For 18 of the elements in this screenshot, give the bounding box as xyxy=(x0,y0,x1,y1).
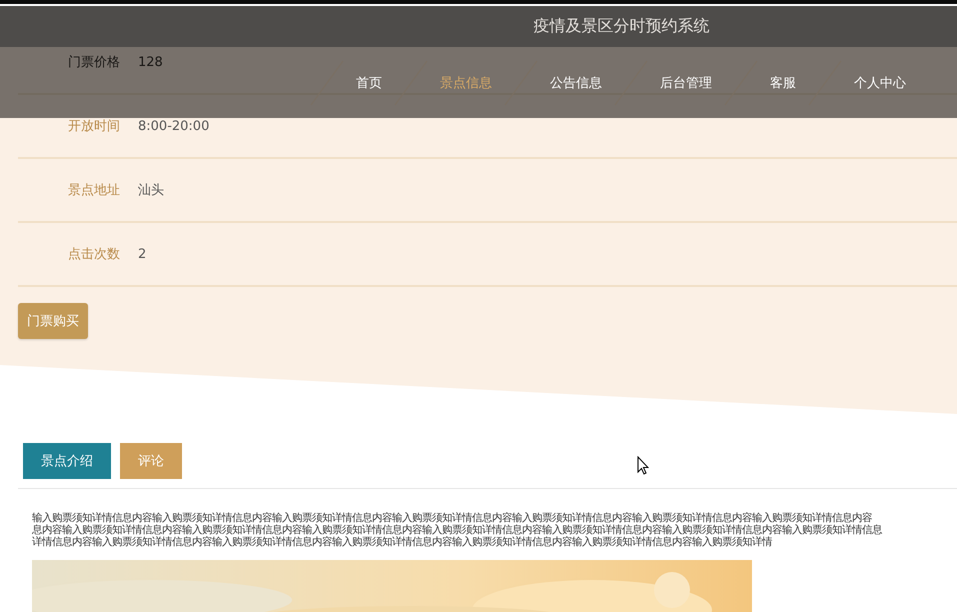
detail-label: 开放时间 xyxy=(67,118,120,135)
nav-link[interactable]: 个人中心 xyxy=(844,74,916,92)
detail-label: 门票价格 xyxy=(67,54,120,71)
cursor-icon xyxy=(637,456,649,475)
site-title: 疫情及景区分时预约系统 xyxy=(534,16,710,37)
detail-value: 汕头 xyxy=(138,182,164,199)
detail-value: 2 xyxy=(138,246,146,262)
detail-value: 8:00-20:00 xyxy=(138,118,210,134)
description-text: 输入购票须知详情信息内容输入购票须知详情信息内容输入购票须知详情信息内容输入购票须知详情信息内容输入购票须知详情信息内容输入购票须知详情信息内容输入购票须知详情信息内容 息内容输入购票须知详情信息内容输入购票须知详情信息内容输入购票须知详情信息内容输入购票须知详情信息内容输入购票须知详情信息内容输入购票须知详情信息内容输入购票须知详情信息 详情信息内容输入购票须知详情信息内容输入购票须知详情信息内容输入购票须知详情信息内容输入购票须知详情信息内容输入购票须知详情信息内容输入购票须知详情 xyxy=(31,511,883,548)
nav-link[interactable]: 首页 xyxy=(346,74,392,92)
nav-link[interactable]: 公告信息 xyxy=(540,74,612,92)
detail-label: 点击次数 xyxy=(67,246,120,263)
detail-value: 128 xyxy=(138,54,163,70)
buy-ticket-button[interactable]: 门票购买 xyxy=(18,303,88,339)
nav-link[interactable]: 后台管理 xyxy=(650,74,722,92)
nav-link[interactable]: 客服 xyxy=(760,74,806,92)
tab[interactable]: 景点介绍 xyxy=(23,443,111,479)
detail-label: 景点地址 xyxy=(67,182,120,199)
